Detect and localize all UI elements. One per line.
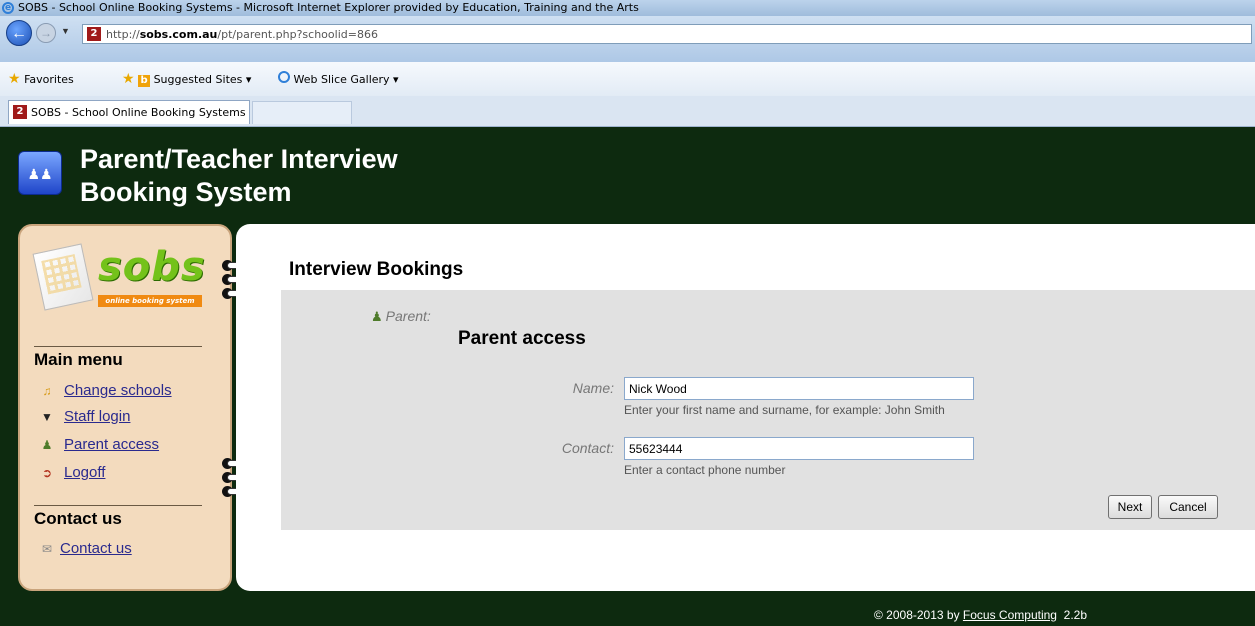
cancel-button[interactable]: Cancel	[1158, 495, 1218, 519]
contact-us-heading: Contact us	[34, 505, 202, 529]
tab-sobs[interactable]: 2 SOBS - School Online Booking Systems	[8, 100, 250, 124]
name-hint: Enter your first name and surname, for e…	[624, 403, 945, 417]
main-content: Interview Bookings ♟ Parent: Parent acces…	[236, 224, 1255, 591]
people-icon: ♟♟	[18, 151, 62, 195]
name-input[interactable]	[624, 377, 974, 400]
sobs-logo: sobs	[98, 244, 206, 290]
name-label: Name:	[572, 380, 614, 396]
menu-item-change-schools[interactable]: ♫ Change schools	[38, 382, 172, 399]
envelope-icon: ✉	[41, 542, 53, 556]
footer-text: © 2008-2013 by Focus Computing 2.2b	[874, 608, 1087, 622]
app-header: ♟♟ Parent/Teacher Interview Booking Syst…	[0, 127, 1255, 222]
tab-strip: 2 SOBS - School Online Booking Systems	[0, 96, 1255, 127]
contact-label: Contact:	[561, 440, 614, 456]
panel-title: Parent access	[458, 328, 586, 349]
suggested-sites-button[interactable]: ★ b Suggested Sites ▾	[122, 71, 251, 87]
sidebar: sobs online booking system Main menu ♫ Ch…	[18, 224, 232, 591]
menu-item-logoff[interactable]: ➲ Logoff	[38, 464, 105, 481]
new-tab-button[interactable]	[252, 101, 352, 124]
site-favicon-icon: 2	[87, 27, 101, 41]
grad-cap-icon: ▼	[41, 410, 53, 424]
logoff-icon: ➲	[41, 466, 53, 480]
web-slice-gallery-button[interactable]: Web Slice Gallery ▾	[278, 71, 399, 86]
parent-label: ♟ Parent:	[371, 308, 431, 324]
version-text: 2.2b	[1063, 608, 1087, 622]
main-menu-heading: Main menu	[34, 346, 202, 370]
focus-computing-link[interactable]: Focus Computing	[963, 608, 1057, 622]
url-text: http://sobs.com.au/pt/parent.php?schooli…	[106, 28, 378, 41]
calendar-logo-icon	[32, 243, 94, 311]
navigation-bar: ← → ▼ 2 http://sobs.com.au/pt/parent.php…	[0, 16, 1255, 62]
contact-input[interactable]	[624, 437, 974, 460]
favorites-button[interactable]: ★ Favorites	[8, 71, 74, 87]
back-button[interactable]: ←	[6, 20, 32, 46]
ie-logo-icon: e	[2, 2, 14, 14]
tab-favicon-icon: 2	[13, 105, 27, 119]
footer: © 2008-2013 by Focus Computing 2.2b	[0, 591, 1255, 626]
favorites-bar: ★ Favorites ★ b Suggested Sites ▾ Web Sl…	[0, 62, 1255, 97]
recent-pages-dropdown[interactable]: ▼	[61, 26, 70, 36]
parent-access-panel: ♟Parent: Parent access Name: Enter your …	[281, 290, 1255, 530]
address-bar[interactable]: 2 http://sobs.com.au/pt/parent.php?schoo…	[82, 24, 1252, 44]
window-title: SOBS - School Online Booking Systems - M…	[18, 1, 639, 14]
window-titlebar: e SOBS - School Online Booking Systems -…	[0, 0, 1255, 16]
menu-item-parent-access[interactable]: ♟ Parent access	[38, 436, 159, 453]
tab-label: SOBS - School Online Booking Systems	[31, 106, 246, 119]
logo-tagline: online booking system	[98, 295, 202, 307]
page-title: Interview Bookings	[289, 259, 464, 280]
menu-item-staff-login[interactable]: ▼ Staff login	[38, 408, 130, 425]
contact-hint: Enter a contact phone number	[624, 463, 786, 477]
add-favorite-icon: ★	[122, 71, 135, 87]
parent-icon: ♟	[41, 438, 53, 452]
web-slice-icon	[278, 71, 290, 83]
parent-icon: ♟	[371, 309, 383, 324]
forward-button[interactable]: →	[36, 23, 56, 43]
bing-icon: b	[138, 75, 151, 87]
star-icon: ★	[8, 71, 21, 87]
next-button[interactable]: Next	[1108, 495, 1152, 519]
app-title: Parent/Teacher Interview Booking System	[80, 144, 398, 207]
menu-item-contact-us[interactable]: ✉ Contact us	[38, 540, 132, 557]
bell-icon: ♫	[42, 384, 52, 398]
